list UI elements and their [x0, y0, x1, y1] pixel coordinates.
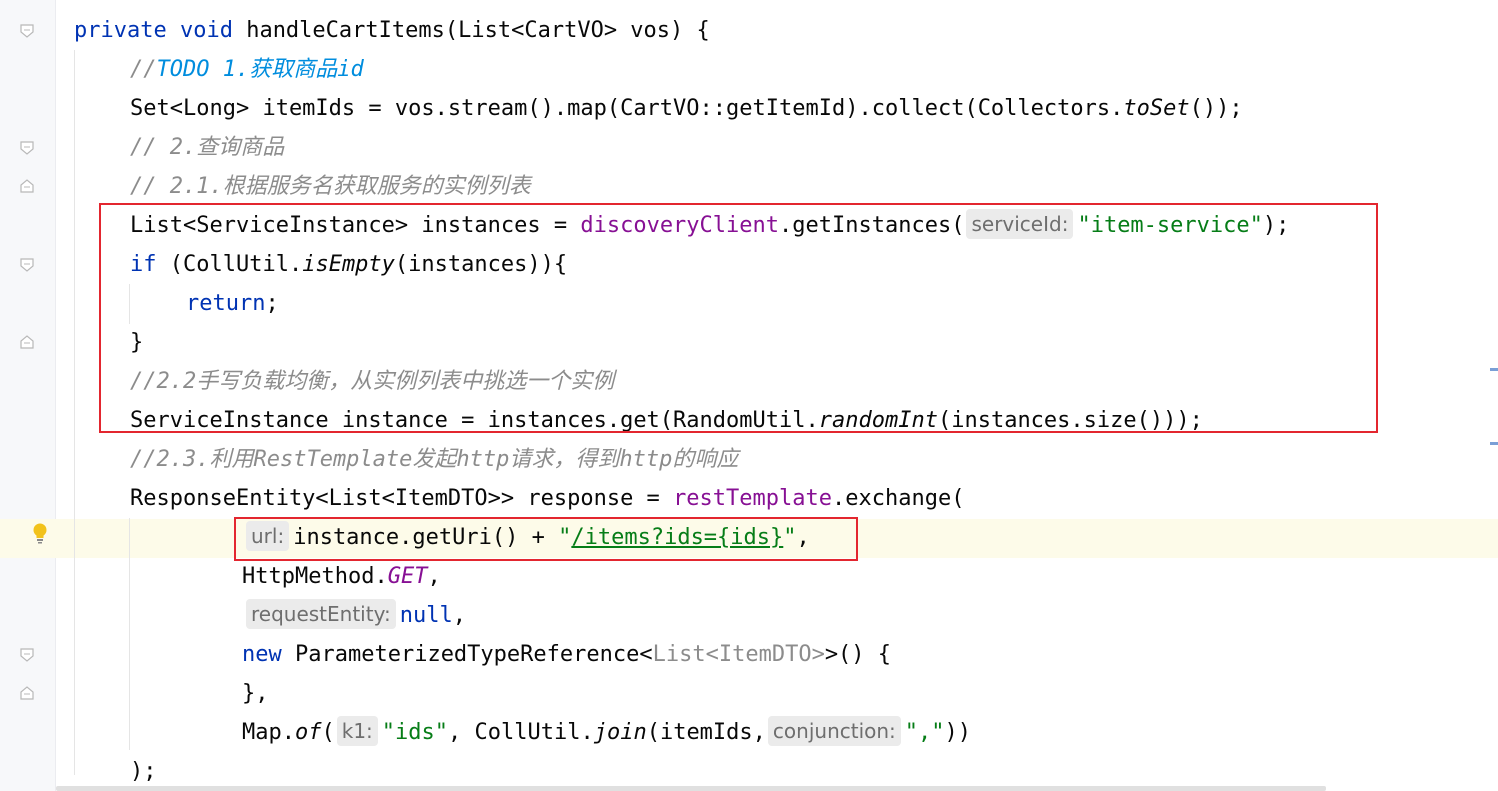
comment: // 2.1.根据服务名获取服务的实例列表	[130, 174, 531, 199]
editor-gutter	[0, 0, 56, 791]
static-constant: GET	[387, 564, 428, 589]
code-text: .exchange(	[832, 486, 965, 511]
fold-marker-icon[interactable]	[20, 648, 34, 662]
code-text: , CollUtil.	[448, 720, 594, 745]
code-text: ());	[1189, 96, 1243, 121]
code-text: (	[321, 720, 335, 745]
code-line[interactable]: Map.of(k1: "ids", CollUtil.join(itemIds, c…	[242, 713, 971, 752]
code-text: ,	[427, 564, 441, 589]
generic-type: List<ItemDTO>	[652, 642, 825, 667]
keyword: private	[74, 18, 167, 43]
intention-bulb-icon[interactable]	[31, 522, 49, 546]
gutter-divider	[55, 0, 56, 791]
code-text: (itemIds,	[646, 720, 766, 745]
fold-marker-icon[interactable]	[20, 686, 34, 700]
comment: //	[130, 57, 157, 82]
static-method: of	[294, 720, 322, 745]
static-method: join	[593, 720, 647, 745]
code-line[interactable]: ResponseEntity<List<ItemDTO>> response =…	[130, 479, 964, 518]
horizontal-scrollbar[interactable]	[56, 786, 1326, 791]
code-text: >() {	[824, 642, 892, 667]
code-text: HttpMethod.	[242, 564, 388, 589]
keyword: new	[242, 642, 282, 667]
fold-marker-icon[interactable]	[20, 179, 34, 193]
code-text: handleCartItems(List<CartVO> vos) {	[232, 18, 710, 43]
code-line[interactable]: // 2.1.根据服务名获取服务的实例列表	[130, 167, 531, 206]
code-text: ResponseEntity<List<ItemDTO>> response =	[130, 486, 674, 511]
fold-marker-icon[interactable]	[20, 24, 34, 38]
code-text: Set<Long> itemIds = vos.stream().map(Car…	[130, 96, 1124, 121]
string-literal: "ids"	[381, 720, 449, 745]
fold-marker-icon[interactable]	[20, 258, 34, 272]
parameter-hint: conjunction:	[767, 716, 901, 746]
code-text: ))	[944, 720, 972, 745]
field-name: restTemplate	[673, 486, 833, 511]
string-literal: ","	[904, 720, 945, 745]
code-line[interactable]: //2.3.利用RestTemplate发起http请求，得到http的响应	[130, 440, 738, 479]
highlight-box	[99, 203, 1378, 433]
code-text: ParameterizedTypeReference<	[281, 642, 653, 667]
todo-comment: TODO 1.获取商品id	[156, 57, 364, 82]
fold-marker-icon[interactable]	[20, 335, 34, 349]
parameter-hint: k1:	[336, 716, 378, 746]
keyword: null	[399, 603, 453, 628]
comment: //2.3.利用RestTemplate发起http请求，得到http的响应	[130, 447, 739, 472]
code-text: Map.	[242, 720, 295, 745]
code-line[interactable]: private void handleCartItems(List<CartVO…	[74, 11, 710, 50]
keyword: void	[179, 18, 233, 43]
indent-guide	[74, 50, 75, 775]
code-line[interactable]: new ParameterizedTypeReference<List<Item…	[242, 635, 891, 674]
static-method: toSet	[1123, 96, 1190, 121]
code-text: );	[130, 759, 157, 784]
scroll-marker[interactable]	[1490, 442, 1498, 445]
code-line[interactable]: HttpMethod.GET,	[242, 557, 441, 596]
indent-guide	[129, 518, 130, 750]
highlight-box	[234, 517, 858, 561]
code-text: ,	[452, 603, 466, 628]
code-line[interactable]: // 2.查询商品	[130, 128, 284, 167]
parameter-hint: requestEntity:	[246, 599, 396, 629]
code-line[interactable]: },	[242, 674, 269, 713]
comment: // 2.查询商品	[130, 135, 285, 160]
code-line[interactable]: requestEntity: null,	[244, 596, 466, 635]
code-text: },	[242, 681, 269, 706]
code-line[interactable]: Set<Long> itemIds = vos.stream().map(Car…	[130, 89, 1243, 128]
scroll-marker[interactable]	[1490, 368, 1498, 371]
code-line[interactable]: //TODO 1.获取商品id	[130, 50, 364, 89]
fold-marker-icon[interactable]	[20, 141, 34, 155]
